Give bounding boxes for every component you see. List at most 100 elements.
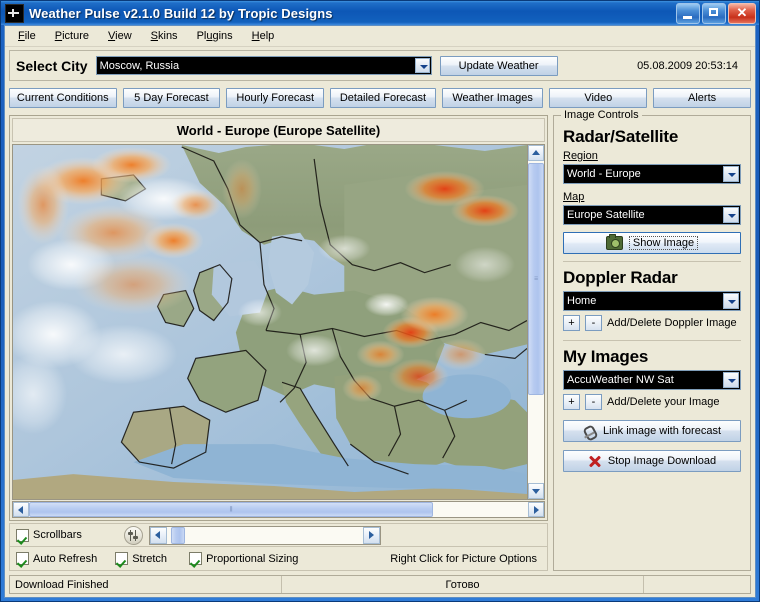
chevron-up-icon — [532, 150, 540, 155]
image-panel: World - Europe (Europe Satellite) ≡ ⦀ Sc… — [9, 115, 548, 571]
tab-video[interactable]: Video — [549, 87, 648, 108]
doppler-radar-title: Doppler Radar — [563, 268, 678, 287]
chevron-down-icon[interactable] — [723, 166, 739, 182]
show-image-button[interactable]: Show Image — [563, 232, 741, 254]
doppler-add-delete-row: + - Add/Delete Doppler Image — [563, 315, 741, 331]
menu-item-view[interactable]: View — [105, 29, 135, 43]
application-window: Weather Pulse v2.1.0 Build 12 by Tropic … — [0, 0, 760, 602]
waveform-icon — [5, 3, 24, 23]
position-track[interactable] — [166, 526, 363, 544]
link-icon — [583, 425, 597, 438]
my-images-title: My Images — [563, 347, 649, 366]
add-image-button[interactable]: + — [563, 394, 580, 410]
tab-detailed-forecast[interactable]: Detailed Forecast — [330, 87, 436, 108]
tab-alerts[interactable]: Alerts — [653, 87, 751, 108]
menu-item-help[interactable]: Help — [249, 29, 278, 43]
add-doppler-button[interactable]: + — [563, 315, 580, 331]
scrollbars-option-row: Scrollbars — [9, 523, 548, 547]
chevron-down-icon[interactable] — [723, 372, 739, 388]
image-position-scrollbar[interactable] — [148, 525, 381, 545]
position-thumb[interactable] — [170, 526, 185, 544]
map-title: World - Europe (Europe Satellite) — [12, 118, 545, 142]
checkbox-icon — [115, 552, 129, 565]
divider — [563, 340, 741, 341]
europe-satellite-image — [13, 145, 527, 499]
map-horizontal-scrollbar[interactable]: ⦀ — [12, 501, 545, 518]
window-client-area: File Picture View Skins Plugins Help Select C… — [4, 25, 756, 598]
update-weather-button[interactable]: Update Weather — [439, 55, 558, 76]
title-bar: Weather Pulse v2.1.0 Build 12 by Tropic … — [1, 1, 759, 25]
scrollbars-checkbox[interactable]: Scrollbars — [16, 528, 82, 542]
stretch-checkbox[interactable]: Stretch — [115, 552, 167, 565]
status-download: Download Finished — [10, 576, 282, 593]
menu-item-file[interactable]: File — [15, 29, 39, 43]
close-icon: ✕ — [736, 5, 748, 20]
tab-hourly-forecast[interactable]: Hourly Forecast — [226, 87, 325, 108]
city-selection-bar: Select City Moscow, Russia Update Weathe… — [9, 50, 751, 81]
proportional-sizing-checkbox[interactable]: Proportional Sizing — [189, 552, 298, 565]
link-image-label: Link image with forecast — [603, 425, 721, 437]
tab-5-day-forecast[interactable]: 5 Day Forecast — [122, 87, 221, 108]
sliders-icon[interactable] — [123, 525, 143, 545]
stop-image-download-button[interactable]: Stop Image Download — [563, 450, 741, 472]
map-combobox[interactable]: Europe Satellite — [563, 205, 741, 225]
map-combobox-value: Europe Satellite — [567, 209, 645, 221]
my-images-add-delete-row: + - Add/Delete your Image — [563, 394, 741, 410]
maximize-button[interactable] — [702, 3, 726, 24]
stretch-label: Stretch — [132, 552, 168, 565]
image-controls-panel: Image Controls Radar/Satellite Region Wo… — [553, 109, 751, 571]
map-frame: World - Europe (Europe Satellite) ≡ ⦀ — [9, 115, 548, 521]
status-bar: Download Finished Готово — [9, 575, 751, 594]
menu-bar: File Picture View Skins Plugins Help — [5, 26, 755, 47]
menu-item-picture[interactable]: Picture — [52, 29, 92, 43]
status-center: Готово — [282, 576, 644, 593]
stop-image-label: Stop Image Download — [607, 455, 717, 467]
map-vertical-scrollbar[interactable]: ≡ — [528, 144, 545, 500]
city-combobox-value: Moscow, Russia — [99, 59, 180, 72]
link-image-with-forecast-button[interactable]: Link image with forecast — [563, 420, 741, 442]
chevron-down-icon — [532, 489, 540, 494]
image-controls-groupbox: Image Controls Radar/Satellite Region Wo… — [553, 109, 751, 571]
delete-image-button[interactable]: - — [585, 394, 602, 410]
city-combobox[interactable]: Moscow, Russia — [95, 56, 432, 75]
scroll-right-button[interactable] — [528, 502, 544, 517]
chevron-down-icon[interactable] — [723, 293, 739, 309]
map-label: Map — [563, 191, 585, 203]
chevron-down-icon[interactable] — [414, 58, 430, 73]
horizontal-scroll-track[interactable]: ⦀ — [29, 502, 528, 517]
minimize-button[interactable] — [676, 3, 700, 24]
position-left-button[interactable] — [149, 526, 167, 544]
tab-weather-images[interactable]: Weather Images — [441, 87, 544, 108]
close-button[interactable]: ✕ — [728, 3, 756, 24]
chevron-left-icon — [155, 531, 161, 539]
image-controls-legend: Image Controls — [561, 109, 642, 121]
my-images-combobox-value: AccuWeather NW Sat — [567, 374, 674, 386]
scroll-left-button[interactable] — [13, 502, 29, 517]
map-image[interactable] — [12, 144, 528, 500]
scroll-down-button[interactable] — [528, 483, 544, 499]
vertical-scroll-thumb[interactable]: ≡ — [528, 163, 544, 395]
my-images-combobox[interactable]: AccuWeather NW Sat — [563, 370, 741, 390]
divider — [563, 261, 741, 262]
auto-refresh-checkbox[interactable]: Auto Refresh — [16, 552, 97, 565]
delete-doppler-button[interactable]: - — [585, 315, 602, 331]
menu-item-plugins[interactable]: Plugins — [194, 29, 236, 43]
status-right — [644, 576, 750, 593]
horizontal-scroll-thumb[interactable]: ⦀ — [29, 502, 434, 517]
chevron-right-icon — [369, 531, 375, 539]
doppler-combobox-value: Home — [567, 295, 597, 307]
vertical-scroll-track[interactable]: ≡ — [528, 161, 544, 483]
menu-item-skins[interactable]: Skins — [148, 29, 181, 43]
proportional-sizing-label: Proportional Sizing — [206, 552, 299, 565]
auto-refresh-label: Auto Refresh — [33, 552, 98, 565]
chevron-down-icon[interactable] — [723, 207, 739, 223]
radar-satellite-title: Radar/Satellite — [563, 127, 679, 146]
position-right-button[interactable] — [362, 526, 380, 544]
red-x-icon — [588, 454, 602, 468]
scroll-up-button[interactable] — [528, 145, 544, 161]
tab-current-conditions[interactable]: Current Conditions — [9, 87, 117, 108]
doppler-combobox[interactable]: Home — [563, 291, 741, 311]
my-images-add-delete-label: Add/Delete your Image — [607, 396, 720, 408]
view-tabs: Current Conditions 5 Day Forecast Hourly F… — [9, 85, 751, 110]
region-combobox[interactable]: World - Europe — [563, 164, 741, 184]
